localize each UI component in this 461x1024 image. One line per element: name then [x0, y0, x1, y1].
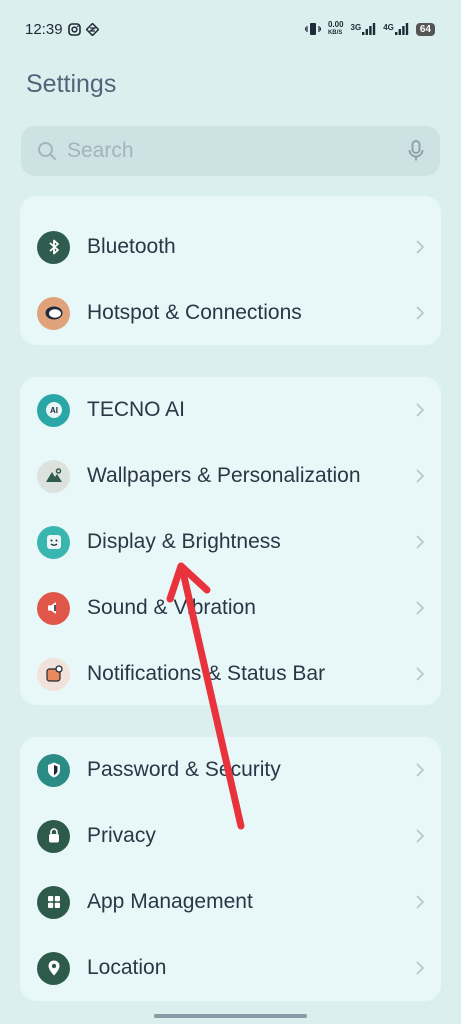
- settings-item-label: App Management: [87, 890, 253, 913]
- home-indicator[interactable]: [154, 1014, 307, 1018]
- chevron-right-icon: [416, 403, 425, 417]
- svg-text:AI: AI: [50, 406, 58, 415]
- search-bar[interactable]: Search: [21, 126, 440, 176]
- settings-item-password-security[interactable]: Password & Security: [20, 737, 441, 803]
- display-icon: [37, 525, 70, 559]
- clock: 12:39: [25, 20, 63, 38]
- sim2-signal: 4G: [383, 23, 409, 35]
- settings-item-label: Wallpapers & Personalization: [87, 464, 361, 487]
- chevron-right-icon: [416, 895, 425, 909]
- settings-item-sound-vibration[interactable]: Sound & Vibration: [20, 575, 441, 641]
- status-left: 12:39: [25, 21, 99, 38]
- settings-item-label: Location: [87, 956, 167, 979]
- settings-item-bluetooth[interactable]: Bluetooth: [20, 214, 441, 280]
- settings-item-location[interactable]: Location: [20, 935, 441, 1001]
- status-right: 0.00 KB/S 3G 4G 64: [304, 20, 435, 37]
- settings-item-label: Privacy: [87, 824, 156, 847]
- page-title: Settings: [26, 70, 117, 98]
- settings-item-wallpapers[interactable]: Wallpapers & Personalization: [20, 443, 441, 509]
- grid-icon: [37, 885, 70, 919]
- sound-icon: [37, 591, 70, 625]
- sim1-signal: 3G: [351, 23, 377, 35]
- settings-item-label: Password & Security: [87, 758, 281, 781]
- settings-group-security: Password & Security Privacy App Manageme…: [20, 737, 441, 1001]
- settings-item-privacy[interactable]: Privacy: [20, 803, 441, 869]
- hotspot-icon: [37, 296, 70, 330]
- instagram-icon: [67, 22, 81, 36]
- chevron-right-icon: [416, 306, 425, 320]
- chevron-right-icon: [416, 829, 425, 843]
- settings-item-label: Sound & Vibration: [87, 596, 256, 619]
- search-input[interactable]: Search: [67, 139, 398, 163]
- chevron-right-icon: [416, 601, 425, 615]
- lock-icon: [37, 819, 70, 853]
- chevron-right-icon: [416, 961, 425, 975]
- settings-group-connectivity: Bluetooth Hotspot & Connections: [20, 196, 441, 345]
- ai-icon: AI: [37, 393, 70, 427]
- signal-icon: [394, 23, 409, 35]
- settings-item-label: TECNO AI: [87, 398, 186, 421]
- settings-group-personalization: AI TECNO AI Wallpapers & Personalization…: [20, 377, 441, 705]
- settings-item-label: Display & Brightness: [87, 530, 281, 553]
- chevron-right-icon: [416, 535, 425, 549]
- chevron-right-icon: [416, 469, 425, 483]
- location-pin-icon: [37, 951, 70, 985]
- settings-item-hotspot[interactable]: Hotspot & Connections: [20, 280, 441, 346]
- settings-item-label: Bluetooth: [87, 235, 176, 258]
- settings-item-notifications[interactable]: Notifications & Status Bar: [20, 641, 441, 707]
- chevron-right-icon: [416, 763, 425, 777]
- settings-item-display-brightness[interactable]: Display & Brightness: [20, 509, 441, 575]
- bluetooth-icon: [37, 230, 70, 264]
- status-bar: 12:39 0.00 KB/S 3G 4G 64: [0, 0, 461, 58]
- signal-icon: [362, 23, 376, 35]
- app-notification-icon: [85, 22, 99, 36]
- wallpaper-icon: [37, 459, 70, 493]
- settings-item-label: Notifications & Status Bar: [87, 662, 326, 685]
- shield-icon: [37, 753, 70, 787]
- network-speed: 0.00 KB/S: [327, 20, 344, 37]
- settings-item-app-management[interactable]: App Management: [20, 869, 441, 935]
- chevron-right-icon: [416, 667, 425, 681]
- settings-item-tecno-ai[interactable]: AI TECNO AI: [20, 377, 441, 443]
- notification-icon: [37, 657, 70, 691]
- settings-item-label: Hotspot & Connections: [87, 301, 302, 324]
- search-icon: [37, 141, 57, 161]
- microphone-icon[interactable]: [408, 140, 424, 162]
- battery-indicator: 64: [415, 22, 435, 36]
- chevron-right-icon: [416, 240, 425, 254]
- vibrate-icon: [304, 22, 321, 36]
